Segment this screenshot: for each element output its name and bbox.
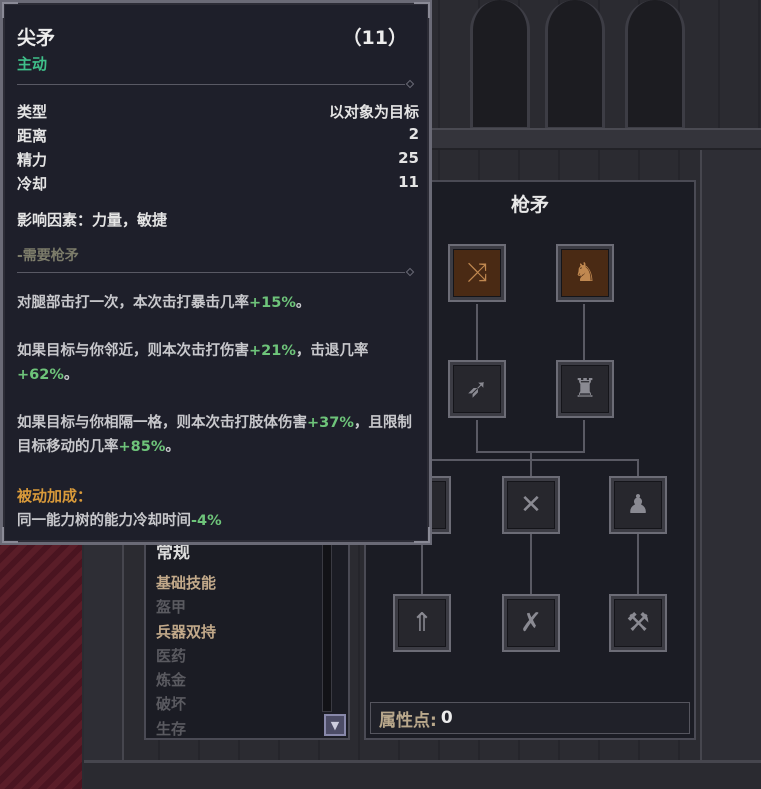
- skill-slot-3[interactable]: ➶: [448, 360, 506, 418]
- frame-left: [84, 530, 124, 760]
- arrow-up-icon: ⇑: [398, 599, 446, 647]
- fighter-icon: ♜: [561, 365, 609, 413]
- spear-thrust-icon: ⤨: [453, 249, 501, 297]
- passive-bonus-text: 同一能力树的能力冷却时间-4%: [17, 509, 222, 530]
- passive-desc: 同一能力树的能力冷却时间: [17, 513, 191, 529]
- skill-rank: （11）: [342, 27, 407, 49]
- category-scrollbar[interactable]: [322, 542, 332, 712]
- stat-row: 类型 以对象为目标: [17, 101, 419, 122]
- description-1: 对腿部击打一次，本次击打暴击几率+15%。: [17, 291, 419, 315]
- skill-slot-1[interactable]: ⤨: [448, 244, 506, 302]
- weapon-requirement: -需要枪矛: [17, 248, 79, 264]
- corner-ornament: [2, 527, 18, 543]
- frame-top: [430, 128, 761, 150]
- category-item[interactable]: 炼金: [156, 669, 216, 693]
- bonus-value: +85%: [118, 439, 166, 455]
- halberd-icon: ⚒: [614, 599, 662, 647]
- category-list: 基础技能 盔甲 兵器双持 医药 炼金 破坏 生存: [156, 572, 216, 742]
- description-3: 如果目标与你相隔一格，则本次击打肢体伤害+37%，且限制目标移动的几率+85%。: [17, 411, 419, 459]
- stat-label: 冷却: [17, 175, 48, 193]
- description-2: 如果目标与你邻近，则本次击打伤害+21%，击退几率 +62%。: [17, 339, 419, 387]
- desc-text: ，击退几率: [295, 343, 369, 359]
- category-item[interactable]: 生存: [156, 718, 216, 742]
- warrior-charge-icon: ♞: [561, 249, 609, 297]
- influence-factors: 影响因素：力量，敏捷: [17, 211, 168, 229]
- gothic-window: [545, 0, 605, 130]
- passive-bonus-title: 被动加成：: [17, 487, 93, 505]
- desc-text: 。: [165, 439, 180, 455]
- divider: [17, 79, 415, 89]
- skill-slot-4[interactable]: ♜: [556, 360, 614, 418]
- stat-label: 精力: [17, 151, 48, 169]
- bonus-value: +62%: [17, 367, 64, 383]
- points-label: 属性点:: [379, 710, 437, 731]
- corner-ornament: [414, 527, 430, 543]
- cross-spear-icon: ✗: [507, 599, 555, 647]
- red-curtain: [0, 530, 82, 789]
- desc-text: 如果目标与你邻近，则本次击打伤害: [17, 343, 249, 359]
- category-item[interactable]: 盔甲: [156, 596, 216, 620]
- scroll-down-icon[interactable]: ▼: [324, 714, 346, 736]
- category-item[interactable]: 破坏: [156, 693, 216, 717]
- stat-value: 11: [398, 173, 419, 191]
- divider: [17, 267, 415, 277]
- desc-text: 。: [295, 295, 311, 311]
- corner-ornament: [2, 2, 18, 18]
- stat-label: 距离: [17, 127, 48, 145]
- bonus-value: +21%: [249, 343, 296, 359]
- frame-right: [700, 150, 761, 760]
- skill-type: 主动: [17, 55, 48, 73]
- passive-value: -4%: [191, 513, 222, 529]
- category-item[interactable]: 兵器双持: [156, 621, 216, 645]
- category-item[interactable]: 基础技能: [156, 572, 216, 596]
- bonus-value: +37%: [307, 415, 354, 431]
- skill-name: 尖矛: [17, 27, 56, 49]
- skill-slot-6[interactable]: ✕: [502, 476, 560, 534]
- spear-tip-icon: ➶: [453, 365, 501, 413]
- stat-row: 距离 2: [17, 125, 419, 146]
- skill-tooltip: 尖矛 （11） 主动 类型 以对象为目标 距离 2 精力 25 冷却 11 影响…: [0, 0, 432, 545]
- spearman-stance-icon: ♟: [614, 481, 662, 529]
- category-panel: 常规 基础技能 盔甲 兵器双持 医药 炼金 破坏 生存 ▼: [144, 530, 350, 740]
- skill-slot-7[interactable]: ♟: [609, 476, 667, 534]
- corner-ornament: [414, 2, 430, 18]
- gothic-window: [470, 0, 530, 130]
- points-value: 0: [440, 708, 453, 728]
- stat-row: 冷却 11: [17, 173, 419, 194]
- frame-bottom: [84, 760, 761, 789]
- bonus-value: +15%: [249, 295, 296, 311]
- skill-slot-9[interactable]: ✗: [502, 594, 560, 652]
- skill-slot-10[interactable]: ⚒: [609, 594, 667, 652]
- desc-text: 如果目标与你相隔一格，则本次击打肢体伤害: [17, 415, 307, 431]
- stat-label: 类型: [17, 103, 48, 121]
- attribute-points-bar: 属性点: 0: [370, 702, 690, 734]
- skill-slot-8[interactable]: ⇑: [393, 594, 451, 652]
- leg-strike-icon: ✕: [507, 481, 555, 529]
- gothic-window: [625, 0, 685, 130]
- desc-text: 。: [63, 367, 79, 383]
- desc-text: 对腿部击打一次，本次击打暴击几率: [17, 295, 249, 311]
- skill-slot-2[interactable]: ♞: [556, 244, 614, 302]
- category-item[interactable]: 医药: [156, 645, 216, 669]
- stat-value: 2: [408, 125, 419, 143]
- stat-row: 精力 25: [17, 149, 419, 170]
- stat-value: 25: [398, 149, 419, 167]
- stat-value: 以对象为目标: [328, 103, 419, 121]
